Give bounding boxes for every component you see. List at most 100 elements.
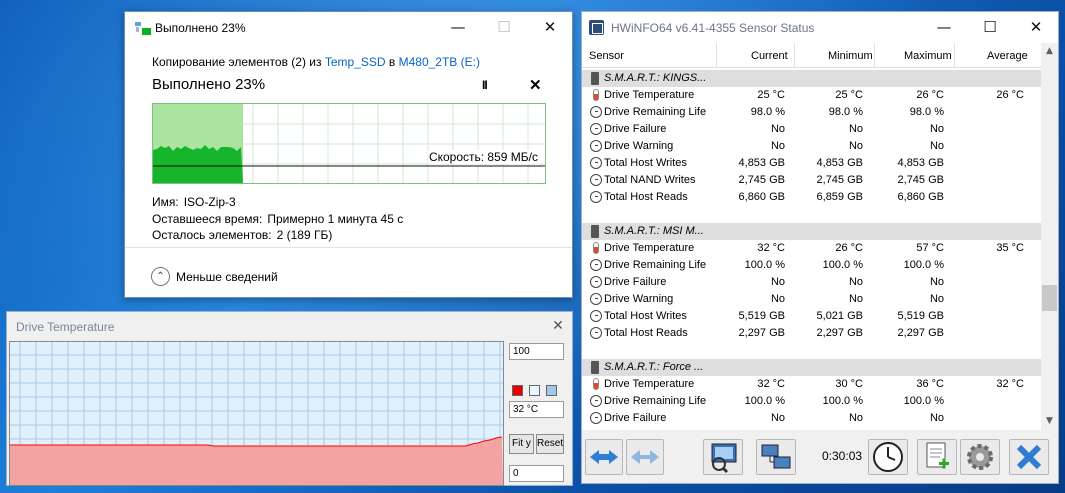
sensor-current-value: 5,519 GB	[738, 310, 785, 322]
sensor-scrollbar[interactable]: ▲ ▼	[1041, 43, 1058, 430]
col-average-header[interactable]: Average	[987, 50, 1028, 62]
expand-collapse-disabled-button[interactable]	[626, 439, 664, 475]
col-current-header[interactable]: Current	[751, 50, 788, 62]
clock-icon	[590, 174, 602, 186]
sensor-group-row[interactable]: S.M.A.R.T.: MSI M...	[582, 223, 1041, 240]
grid-color-swatch[interactable]	[546, 385, 557, 396]
table-row[interactable]: Total NAND Writes 2,745 GB 2,745 GB 2,745 G…	[582, 172, 1041, 189]
sensor-current-value: 32 °C	[757, 242, 785, 254]
logging-button[interactable]	[917, 439, 957, 475]
hw-minimize-button[interactable]: —	[921, 12, 967, 43]
hwinfo-toolbar: 0:30:03	[582, 430, 1058, 483]
table-row[interactable]: Drive Remaining Life 100.0 % 100.0 % 100.0 …	[582, 393, 1041, 410]
background-color-swatch[interactable]	[529, 385, 540, 396]
table-row[interactable]: Drive Failure No No No	[582, 410, 1041, 427]
thermometer-icon	[593, 89, 599, 101]
sensor-minimum-value: 98.0 %	[828, 106, 863, 118]
settings-button[interactable]	[960, 439, 1000, 475]
table-row[interactable]: Drive Temperature 25 °C 25 °C 26 °C 26 °C	[582, 87, 1041, 104]
table-row[interactable]: Drive Remaining Life 100.0 % 100.0 % 100.0 …	[582, 257, 1041, 274]
thermometer-icon	[593, 242, 599, 254]
table-row[interactable]: Drive Warning No No No	[582, 138, 1041, 155]
sensor-maximum-value: 100.0 %	[903, 395, 944, 407]
scroll-down-icon[interactable]: ▼	[1041, 413, 1058, 430]
table-row[interactable]: Drive Temperature 32 °C 26 °C 57 °C 35 °C	[582, 240, 1041, 257]
temp-titlebar[interactable]: Drive Temperature ✕	[7, 312, 572, 341]
items-remaining-value: 2 (189 ГБ)	[276, 228, 333, 242]
sensor-group-row[interactable]: S.M.A.R.T.: Force ...	[582, 359, 1041, 376]
stop-button[interactable]: ✕	[529, 76, 542, 94]
line-color-swatch[interactable]	[512, 385, 523, 396]
table-row[interactable]: Total Host Reads 6,860 GB 6,859 GB 6,860 GB	[582, 189, 1041, 206]
pause-button[interactable]: II	[482, 78, 488, 92]
sensor-maximum-value: 98.0 %	[909, 106, 944, 118]
hwinfo-titlebar[interactable]: HWiNFO64 v6.41-4355 Sensor Status — ☐ ✕	[582, 12, 1058, 43]
elapsed-time: 0:30:03	[822, 449, 863, 463]
sensor-name: Drive Warning	[604, 293, 674, 305]
table-row[interactable]: Drive Failure No No No	[582, 121, 1041, 138]
temp-window-title: Drive Temperature	[16, 320, 115, 334]
sensor-current-value: 25 °C	[757, 89, 785, 101]
drive-icon	[591, 72, 599, 85]
sensor-name: Drive Temperature	[604, 89, 695, 101]
drive-icon	[591, 361, 599, 374]
expand-collapse-button[interactable]	[585, 439, 623, 475]
table-row[interactable]: Total Host Writes 4,853 GB 4,853 GB 4,853 G…	[582, 155, 1041, 172]
col-sensor-header[interactable]: Sensor	[589, 50, 624, 62]
table-row[interactable]: Drive Warning No No No	[582, 291, 1041, 308]
sensor-minimum-value: 100.0 %	[822, 259, 863, 271]
sensor-maximum-value: 4,853 GB	[897, 157, 944, 169]
col-minimum-header[interactable]: Minimum	[828, 50, 873, 62]
table-row[interactable]: Drive Temperature 32 °C 30 °C 36 °C 32 °C	[582, 376, 1041, 393]
source-link[interactable]: Temp_SSD	[325, 55, 386, 69]
clock-icon	[590, 412, 602, 424]
fit-y-button[interactable]: Fit y	[509, 434, 534, 454]
sensor-spacer-row	[582, 342, 1041, 359]
scroll-thumb[interactable]	[1042, 285, 1057, 311]
clock-icon	[590, 106, 602, 118]
sensor-maximum-value: 6,860 GB	[897, 191, 944, 203]
table-row[interactable]: Total Host Writes 5,519 GB 5,021 GB 5,519 G…	[582, 308, 1041, 325]
hw-close-button[interactable]: ✕	[1013, 12, 1059, 43]
exit-button[interactable]	[1009, 439, 1049, 475]
hwinfo-sensor-window: HWiNFO64 v6.41-4355 Sensor Status — ☐ ✕ …	[581, 11, 1059, 484]
clock-icon	[590, 310, 602, 322]
sensor-table: Sensor Current Minimum Maximum Average S…	[582, 43, 1041, 430]
copy-titlebar[interactable]: Выполнено 23% — ☐ ✕	[125, 12, 572, 44]
sensor-maximum-value: 5,519 GB	[897, 310, 944, 322]
close-button[interactable]: ✕	[527, 12, 573, 43]
name-value: ISO-Zip-3	[183, 195, 236, 209]
thermometer-icon	[593, 378, 599, 390]
table-row[interactable]: Drive Failure No No No	[582, 274, 1041, 291]
drive-temperature-window: Drive Temperature ✕ 100 32 °C Fit y Rese…	[6, 311, 573, 486]
copy-progress-window: Выполнено 23% — ☐ ✕ Копирование элементо…	[124, 11, 573, 298]
reset-timer-button[interactable]	[868, 439, 908, 475]
less-details-button[interactable]: ⌃ Меньше сведений	[151, 267, 278, 286]
table-row[interactable]: Total Host Reads 2,297 GB 2,297 GB 2,297 GB	[582, 325, 1041, 342]
settings-gear-icon	[967, 444, 993, 470]
minimize-button[interactable]: —	[435, 12, 481, 43]
copy-info-mid: в	[385, 55, 399, 69]
sensor-group-row[interactable]: S.M.A.R.T.: KINGS...	[582, 70, 1041, 87]
sensor-current-value: 100.0 %	[744, 395, 785, 407]
sensor-group-label: S.M.A.R.T.: KINGS...	[604, 72, 707, 84]
temp-close-button[interactable]: ✕	[544, 312, 572, 340]
reset-button[interactable]: Reset	[536, 434, 564, 454]
less-details-label: Меньше сведений	[176, 269, 278, 284]
sensor-minimum-value: 2,297 GB	[816, 327, 863, 339]
col-maximum-header[interactable]: Maximum	[904, 50, 952, 62]
network-button[interactable]	[756, 439, 796, 475]
copy-app-icon	[135, 22, 151, 35]
time-remaining-label: Оставшееся время:	[152, 212, 263, 226]
hw-maximize-button[interactable]: ☐	[967, 12, 1013, 43]
scroll-up-icon[interactable]: ▲	[1041, 43, 1058, 60]
sensor-name: Drive Temperature	[604, 242, 695, 254]
speed-label: Скорость: 859 МБ/с	[427, 150, 539, 164]
arrows-left-right-disabled-icon	[631, 450, 659, 464]
table-row[interactable]: Drive Remaining Life 98.0 % 98.0 % 98.0 %	[582, 104, 1041, 121]
sensor-maximum-value: 57 °C	[916, 242, 944, 254]
sensor-current-value: No	[770, 123, 785, 135]
sensor-search-button[interactable]	[703, 439, 743, 475]
sensor-name: Total Host Reads	[604, 327, 688, 339]
destination-link[interactable]: M480_2TB (E:)	[399, 55, 480, 69]
